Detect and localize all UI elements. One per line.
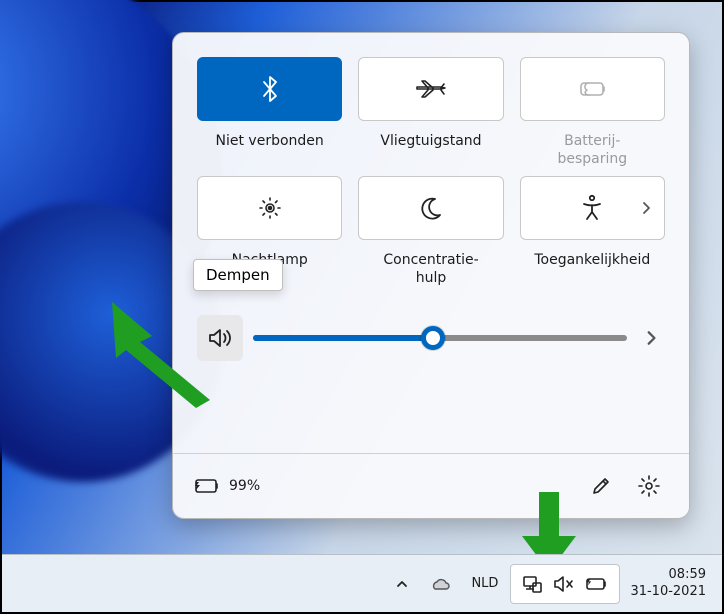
- pencil-icon: [590, 475, 612, 497]
- cloud-icon: [429, 576, 451, 592]
- bluetooth-icon: [257, 73, 283, 105]
- accessibility-tile[interactable]: [520, 176, 665, 240]
- chevron-right-icon: [644, 330, 658, 346]
- airplane-icon: [414, 76, 448, 102]
- bluetooth-tile[interactable]: [197, 57, 342, 121]
- clock-time: 08:59: [669, 567, 706, 584]
- gear-icon: [637, 474, 661, 498]
- chevron-right-icon: [640, 201, 652, 215]
- moon-icon: [418, 195, 444, 221]
- tray-overflow-button[interactable]: [387, 562, 417, 606]
- focus-assist-tile[interactable]: [358, 176, 503, 240]
- clock-date: 31-10-2021: [630, 584, 706, 601]
- battery-charging-icon: [193, 477, 221, 495]
- battery-status[interactable]: 99%: [193, 477, 260, 495]
- onedrive-tray-icon[interactable]: [421, 562, 459, 606]
- settings-button[interactable]: [629, 466, 669, 506]
- battery-saver-label: Batterij-besparing: [520, 129, 665, 168]
- battery-saver-tile[interactable]: [520, 57, 665, 121]
- edit-button[interactable]: [581, 466, 621, 506]
- accessibility-icon: [580, 194, 604, 222]
- panel-footer: 99%: [173, 453, 689, 518]
- system-tray-group[interactable]: [510, 564, 620, 604]
- battery-saver-icon: [575, 77, 609, 101]
- night-light-tile[interactable]: [197, 176, 342, 240]
- quick-settings-panel: Niet verbonden Vliegtuigstand Batterij-b…: [172, 32, 690, 519]
- mute-tooltip: Dempen: [193, 259, 283, 291]
- language-indicator[interactable]: NLD: [463, 562, 506, 606]
- accessibility-label: Toegankelijkheid: [520, 248, 665, 287]
- taskbar: NLD 08:59 31-10-2021: [2, 554, 722, 612]
- clock[interactable]: 08:59 31-10-2021: [624, 567, 712, 601]
- volume-slider[interactable]: [253, 335, 627, 341]
- bluetooth-label: Niet verbonden: [197, 129, 342, 168]
- battery-percent: 99%: [229, 478, 260, 494]
- airplane-mode-tile[interactable]: [358, 57, 503, 121]
- focus-assist-label: Concentratie-hulp: [358, 248, 503, 287]
- volume-muted-icon: [553, 574, 575, 594]
- network-icon: [521, 574, 543, 594]
- annotation-arrow: [112, 302, 232, 412]
- chevron-up-icon: [395, 578, 409, 590]
- volume-row: Dempen: [197, 315, 665, 361]
- battery-tray-icon: [585, 576, 609, 592]
- brightness-icon: [256, 194, 284, 222]
- airplane-mode-label: Vliegtuigstand: [358, 129, 503, 168]
- volume-more-button[interactable]: [637, 330, 665, 346]
